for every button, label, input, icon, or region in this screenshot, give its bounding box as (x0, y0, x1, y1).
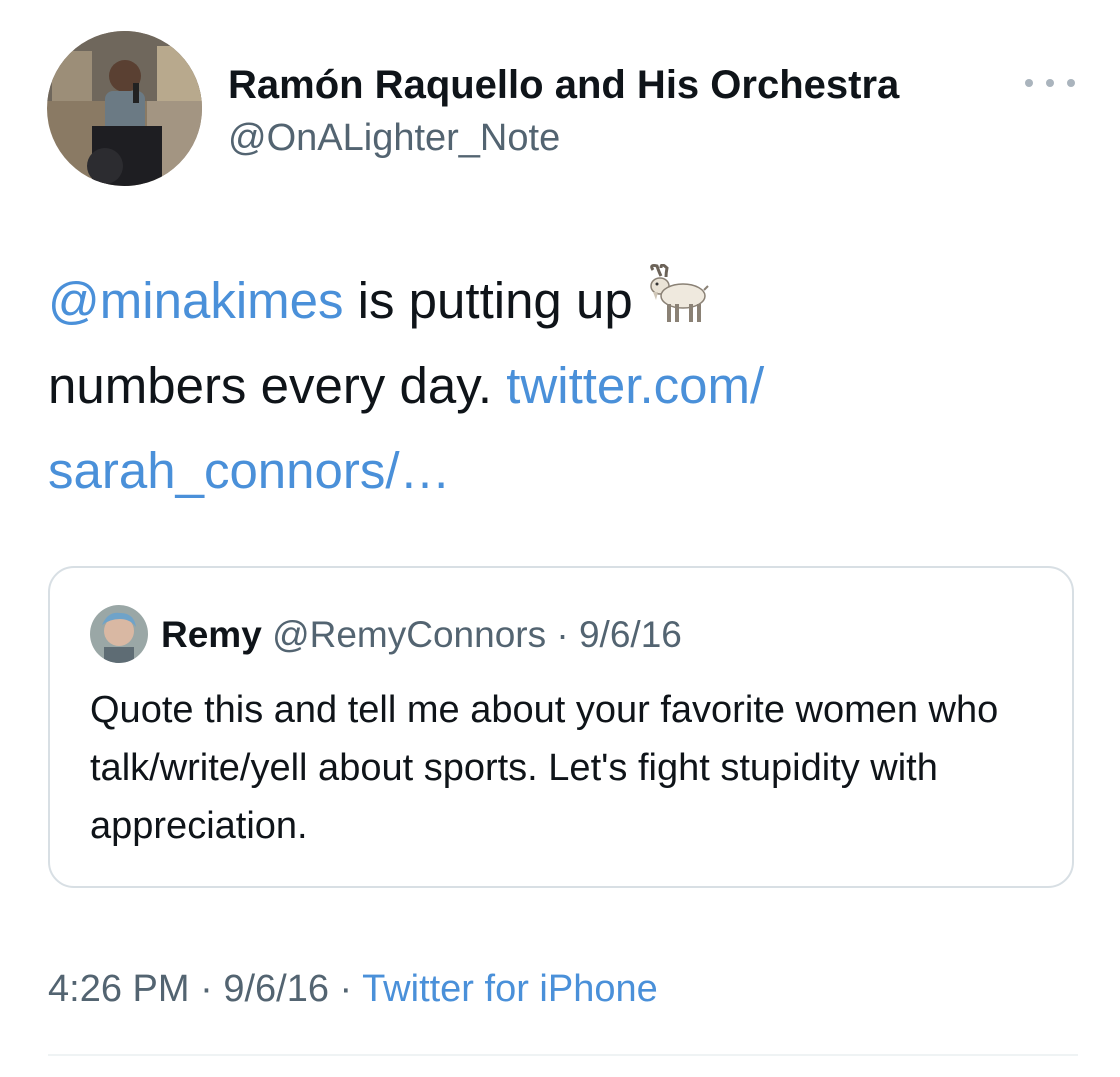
tweet-time[interactable]: 4:26 PM (48, 968, 190, 1010)
quoted-tweet-card[interactable]: Remy @RemyConnors · 9/6/16 Quote this an… (48, 566, 1074, 888)
tweet-text-part2: numbers every day. (48, 357, 507, 414)
author-avatar[interactable] (47, 31, 202, 186)
tweet-source-link[interactable]: Twitter for iPhone (362, 968, 658, 1010)
quoted-display-name[interactable]: Remy (161, 614, 262, 655)
more-options-icon[interactable] (1025, 68, 1075, 98)
mention-link[interactable]: @minakimes (48, 272, 344, 329)
tweet-date[interactable]: 9/6/16 (223, 968, 329, 1010)
goat-icon (650, 264, 709, 322)
author-display-name[interactable]: Ramón Raquello and His Orchestra (228, 62, 899, 108)
quoted-header: Remy @RemyConnors · 9/6/16 (161, 613, 682, 657)
tweet-text: @minakimes is putting up numbers every d… (48, 258, 1078, 513)
author-handle[interactable]: @OnALighter_Note (228, 116, 560, 160)
quoted-separator: · (546, 614, 579, 655)
footer-separator-2: · (328, 968, 363, 1010)
tweet-text-part1: is putting up (343, 272, 647, 329)
tweet-url-part2: sarah_connors/… (48, 442, 451, 499)
divider (48, 1054, 1078, 1056)
quoted-date[interactable]: 9/6/16 (579, 614, 682, 655)
quoted-handle[interactable]: @RemyConnors (272, 614, 546, 655)
quoted-tweet-text: Quote this and tell me about your favori… (90, 689, 999, 847)
tweet-url-part1: twitter.com/ (506, 357, 765, 414)
quoted-author-avatar[interactable] (90, 605, 148, 663)
quoted-avatar-photo (90, 605, 148, 663)
tweet-footer: 4:26 PM · 9/6/16 · Twitter for iPhone (48, 966, 658, 1012)
footer-separator-1: · (189, 968, 224, 1010)
avatar-photo (47, 31, 202, 186)
